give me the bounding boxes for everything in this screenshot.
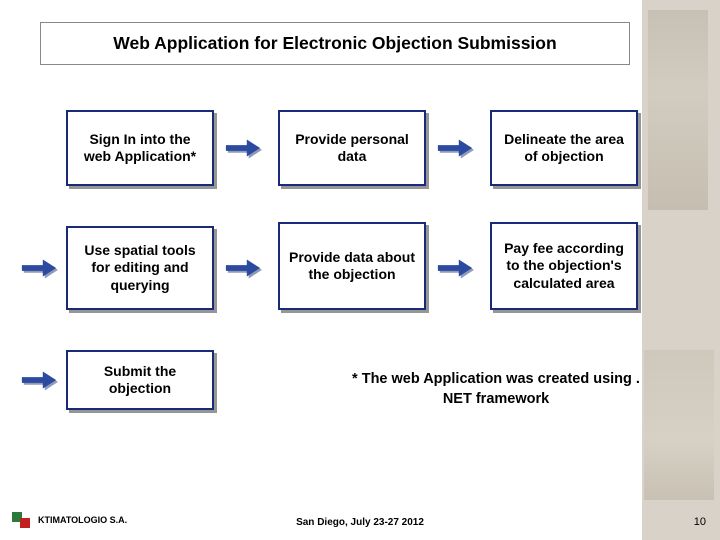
step-personal-data: Provide personal data <box>278 110 426 186</box>
footer-venue: San Diego, July 23-27 2012 <box>296 517 424 528</box>
footer-org: KTIMATOLOGIO S.A. <box>12 510 127 530</box>
step-spatial-tools: Use spatial tools for editing and queryi… <box>66 226 214 310</box>
footer-org-text: KTIMATOLOGIO S.A. <box>38 515 127 525</box>
arrow-icon <box>20 368 58 392</box>
footnote: * The web Application was created using … <box>336 370 656 409</box>
step-pay-fee: Pay fee according to the objection's cal… <box>490 222 638 310</box>
logo-icon <box>12 510 32 530</box>
step-sign-in: Sign In into the web Application* <box>66 110 214 186</box>
slide-content: Web Application for Electronic Objection… <box>0 0 720 540</box>
arrow-icon <box>20 256 58 280</box>
slide-title: Web Application for Electronic Objection… <box>40 22 630 65</box>
arrow-icon <box>224 256 262 280</box>
footnote-text: The web Application was created using . … <box>358 371 640 407</box>
step-submit: Submit the objection <box>66 350 214 410</box>
arrow-icon <box>224 136 262 160</box>
step-delineate-area: Delineate the area of objection <box>490 110 638 186</box>
arrow-icon <box>436 136 474 160</box>
page-number: 10 <box>694 516 706 528</box>
arrow-icon <box>436 256 474 280</box>
step-objection-data: Provide data about the objection <box>278 222 426 310</box>
